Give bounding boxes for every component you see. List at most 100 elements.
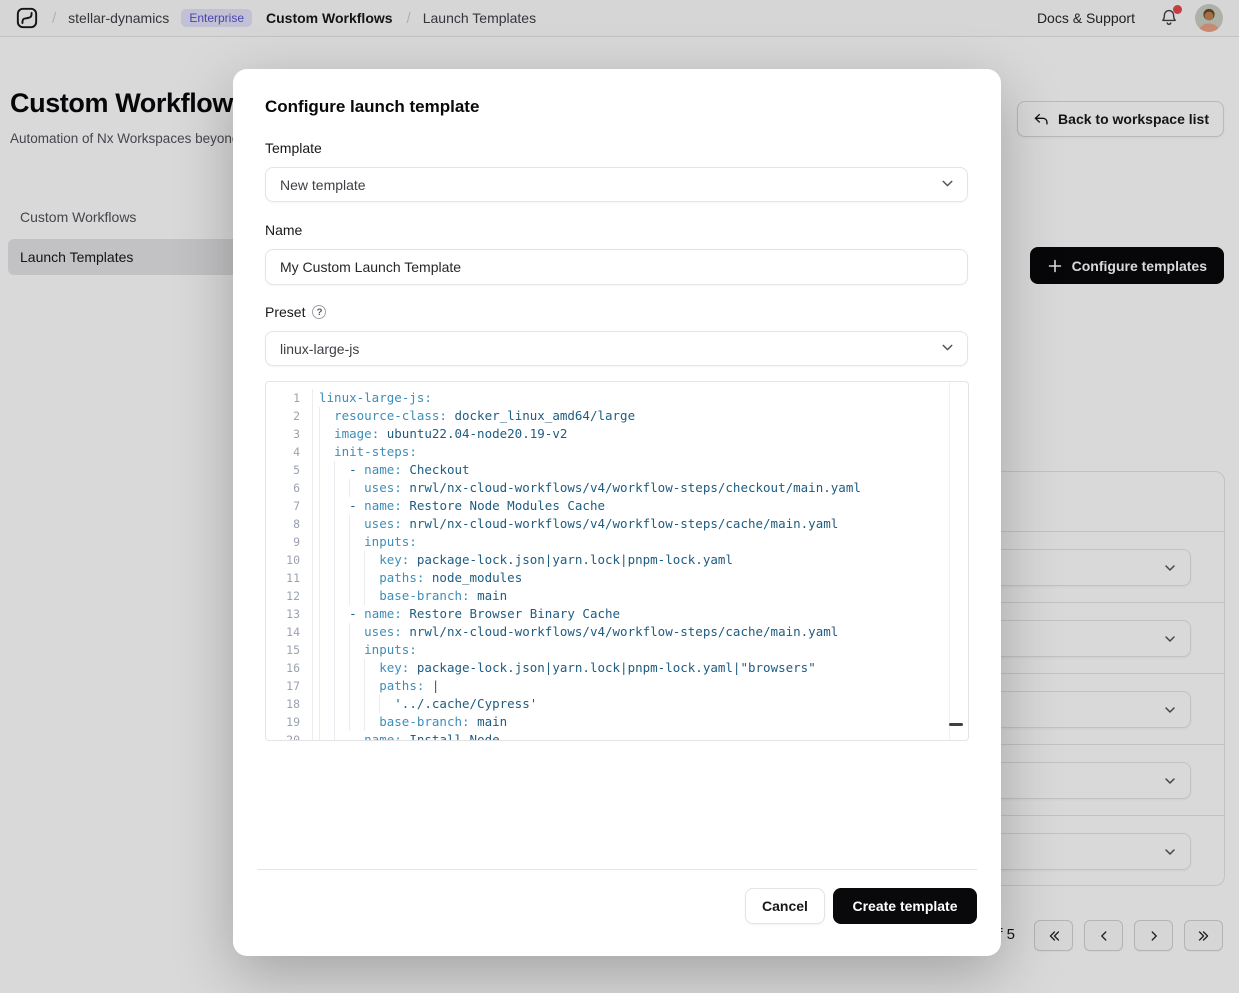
preset-select[interactable]: linux-large-js — [265, 331, 968, 366]
line-number: 1 — [266, 389, 300, 407]
line-number: 6 — [266, 479, 300, 497]
line-number: 7 — [266, 497, 300, 515]
code-line: 2 resource-class: docker_linux_amd64/lar… — [266, 407, 968, 425]
modal-title: Configure launch template — [265, 97, 479, 117]
indent-guide — [334, 551, 335, 569]
code-line: 8 uses: nrwl/nx-cloud-workflows/v4/workf… — [266, 515, 968, 533]
code-line: 1linux-large-js: — [266, 389, 968, 407]
indent-guide — [334, 497, 335, 515]
code-line: 20 - name: Install Node — [266, 731, 968, 741]
configure-launch-template-modal: Configure launch template Template New t… — [233, 69, 1001, 956]
editor-scrollbar-thumb[interactable] — [949, 723, 963, 726]
indent-guide — [319, 677, 320, 695]
indent-guide — [349, 533, 350, 551]
indent-guide — [334, 587, 335, 605]
line-number: 17 — [266, 677, 300, 695]
indent-guide — [349, 551, 350, 569]
name-input[interactable] — [265, 249, 968, 285]
indent-guide — [349, 515, 350, 533]
indent-guide — [364, 677, 365, 695]
indent-guide — [349, 569, 350, 587]
line-number: 2 — [266, 407, 300, 425]
line-number: 19 — [266, 713, 300, 731]
indent-guide — [319, 425, 320, 443]
cancel-button[interactable]: Cancel — [745, 888, 825, 924]
help-icon[interactable] — [312, 305, 326, 319]
indent-guide — [349, 695, 350, 713]
create-template-button[interactable]: Create template — [833, 888, 977, 924]
line-number: 5 — [266, 461, 300, 479]
indent-guide — [334, 713, 335, 731]
line-number: 18 — [266, 695, 300, 713]
code-lines: 1linux-large-js:2 resource-class: docker… — [266, 382, 968, 741]
indent-guide — [334, 623, 335, 641]
code-line: 9 inputs: — [266, 533, 968, 551]
indent-guide — [364, 551, 365, 569]
line-number: 3 — [266, 425, 300, 443]
chevron-down-icon — [939, 175, 956, 195]
footer-divider — [257, 869, 977, 870]
code-line: 7 - name: Restore Node Modules Cache — [266, 497, 968, 515]
indent-guide — [364, 695, 365, 713]
line-number: 4 — [266, 443, 300, 461]
indent-guide — [319, 587, 320, 605]
line-number: 12 — [266, 587, 300, 605]
indent-guide — [349, 587, 350, 605]
indent-guide — [334, 731, 335, 741]
indent-guide — [334, 677, 335, 695]
indent-guide — [334, 569, 335, 587]
indent-guide — [349, 713, 350, 731]
indent-guide — [319, 695, 320, 713]
indent-guide — [319, 623, 320, 641]
indent-guide — [379, 695, 380, 713]
indent-guide — [319, 713, 320, 731]
code-line: 16 key: package-lock.json|yarn.lock|pnpm… — [266, 659, 968, 677]
line-number: 16 — [266, 659, 300, 677]
code-line: 6 uses: nrwl/nx-cloud-workflows/v4/workf… — [266, 479, 968, 497]
indent-guide — [319, 551, 320, 569]
indent-guide — [319, 515, 320, 533]
indent-guide — [364, 713, 365, 731]
indent-guide — [334, 641, 335, 659]
indent-guide — [349, 677, 350, 695]
indent-guide — [319, 605, 320, 623]
indent-guide — [334, 461, 335, 479]
line-number: 11 — [266, 569, 300, 587]
indent-guide — [319, 533, 320, 551]
line-number: 14 — [266, 623, 300, 641]
code-line: 11 paths: node_modules — [266, 569, 968, 587]
line-number: 9 — [266, 533, 300, 551]
line-number: 10 — [266, 551, 300, 569]
indent-guide — [334, 533, 335, 551]
preset-field-label: Preset — [265, 304, 326, 320]
indent-guide — [364, 587, 365, 605]
indent-guide — [334, 479, 335, 497]
code-line: 17 paths: | — [266, 677, 968, 695]
template-select[interactable]: New template — [265, 167, 968, 202]
indent-guide — [334, 659, 335, 677]
code-line: 18 '../.cache/Cypress' — [266, 695, 968, 713]
indent-guide — [364, 569, 365, 587]
code-line: 15 inputs: — [266, 641, 968, 659]
indent-guide — [319, 497, 320, 515]
code-line: 5 - name: Checkout — [266, 461, 968, 479]
name-field-label: Name — [265, 222, 302, 238]
indent-guide — [319, 461, 320, 479]
indent-guide — [334, 695, 335, 713]
line-number: 15 — [266, 641, 300, 659]
indent-guide — [349, 659, 350, 677]
indent-guide — [334, 605, 335, 623]
yaml-code-editor[interactable]: 1linux-large-js:2 resource-class: docker… — [265, 381, 969, 741]
code-line: 13 - name: Restore Browser Binary Cache — [266, 605, 968, 623]
indent-guide — [319, 407, 320, 425]
chevron-down-icon — [939, 339, 956, 359]
indent-guide — [319, 659, 320, 677]
indent-guide — [319, 731, 320, 741]
code-line: 19 base-branch: main — [266, 713, 968, 731]
indent-guide — [334, 515, 335, 533]
editor-scrollbar-track — [949, 382, 950, 740]
indent-guide — [319, 641, 320, 659]
code-line: 12 base-branch: main — [266, 587, 968, 605]
code-line: 10 key: package-lock.json|yarn.lock|pnpm… — [266, 551, 968, 569]
line-number: 8 — [266, 515, 300, 533]
